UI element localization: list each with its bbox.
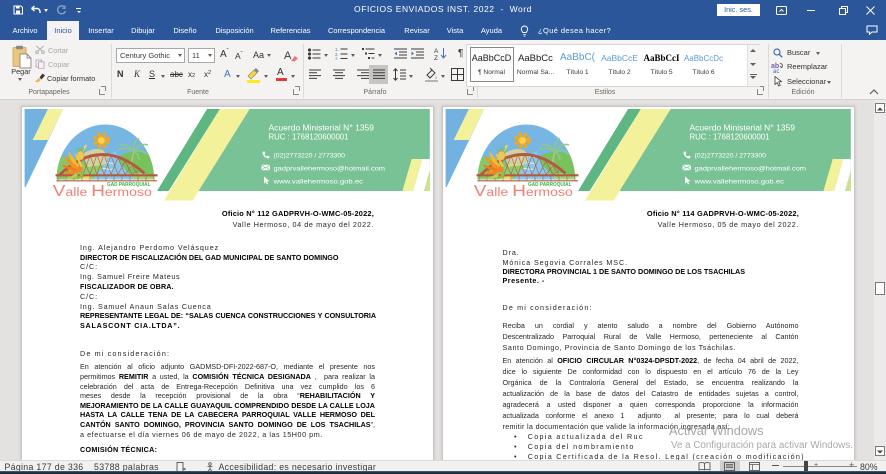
svg-text:3.: 3.	[335, 57, 339, 61]
svg-text:ac: ac	[773, 69, 779, 73]
svg-text:A: A	[434, 48, 439, 55]
svg-text:Z: Z	[434, 55, 438, 60]
svg-text:A: A	[284, 50, 292, 62]
